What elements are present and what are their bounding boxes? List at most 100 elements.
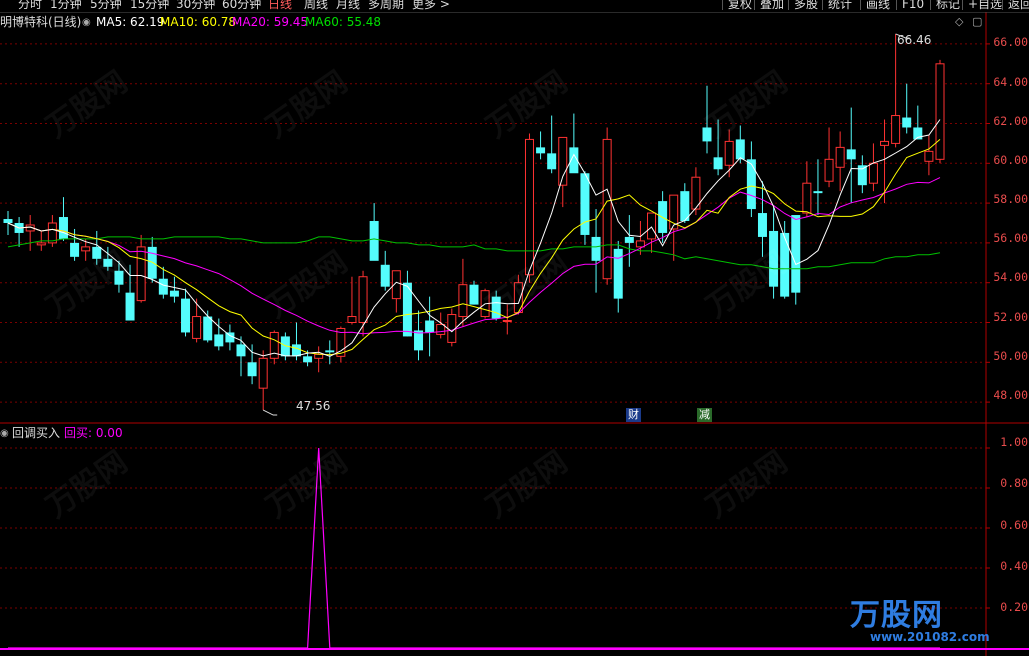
candle-body: [702, 127, 712, 142]
tab-5min[interactable]: 5分钟: [90, 0, 122, 11]
tab-multi-period[interactable]: 多周期: [368, 0, 404, 11]
candle-body: [380, 264, 390, 287]
candle-body: [846, 149, 856, 160]
high-price-label: 66.46: [897, 33, 932, 47]
candle-body: [868, 162, 878, 184]
candle-body: [880, 140, 890, 146]
candle-body: [491, 296, 501, 319]
price-tick: 56.00: [993, 231, 1028, 245]
candle-body: [303, 356, 313, 363]
ma60-legend: MA60: 55.48: [305, 15, 382, 29]
price-tick: 62.00: [993, 114, 1028, 128]
indicator-line: [8, 447, 940, 649]
candle-body: [347, 316, 357, 323]
statistics-button[interactable]: 统计: [822, 0, 857, 11]
price-tick: 54.00: [993, 270, 1028, 284]
low-price-label: 47.56: [296, 399, 331, 413]
candle-body: [458, 284, 468, 318]
brand-logo: 万股网: [850, 598, 943, 633]
candle-body: [780, 232, 790, 297]
tab-daily[interactable]: 日线: [268, 0, 292, 11]
candle-body: [58, 217, 68, 239]
tab-1min[interactable]: 1分钟: [50, 0, 82, 11]
add-watchlist-button[interactable]: +自选: [962, 0, 1007, 11]
mark-button[interactable]: 标记: [930, 0, 965, 11]
overlay-button[interactable]: 叠加: [754, 0, 789, 11]
tab-more[interactable]: 更多 >: [412, 0, 450, 11]
reduce-badge[interactable]: 减: [697, 408, 712, 422]
kline-chart[interactable]: [0, 0, 1029, 656]
candle-body: [580, 173, 590, 235]
candle-body: [469, 284, 479, 305]
candle-body: [647, 212, 657, 240]
tab-weekly[interactable]: 周线: [304, 0, 328, 11]
expand-icon[interactable]: ▢: [972, 15, 982, 28]
finance-badge[interactable]: 财: [626, 408, 641, 422]
candle-body: [247, 362, 257, 377]
candle-body: [791, 215, 801, 293]
indicator-tick: 0.20: [1000, 600, 1028, 614]
candle-body: [369, 221, 379, 261]
candle-body: [181, 298, 191, 333]
candle-body: [924, 150, 934, 162]
indicator-tick: 0.40: [1000, 559, 1028, 573]
candle-body: [192, 316, 202, 339]
candle-body: [36, 242, 46, 246]
price-tick: 60.00: [993, 153, 1028, 167]
candle-body: [835, 146, 845, 168]
candle-body: [214, 334, 224, 347]
candle-body: [136, 246, 146, 302]
candle-body: [269, 331, 279, 359]
candle-body: [314, 353, 324, 359]
candle-body: [769, 230, 779, 287]
candle-body: [258, 357, 268, 389]
fuquan-button[interactable]: 复权: [722, 0, 757, 11]
period-toolbar: 分时 1分钟 5分钟 15分钟 30分钟 60分钟 日线 周线 月线 多周期 更…: [0, 0, 1029, 12]
candle-body: [92, 246, 102, 259]
candle-body: [436, 323, 446, 335]
candle-body: [425, 320, 435, 333]
candle-body: [724, 140, 734, 166]
candle-body: [591, 236, 601, 261]
candle-body: [536, 147, 546, 154]
indicator-value: 回买: 0.00: [64, 426, 123, 440]
stock-title: 明博特科(日线): [0, 15, 82, 29]
candle-body: [203, 316, 213, 341]
tab-15min[interactable]: 15分钟: [130, 0, 169, 11]
candle-body: [169, 290, 179, 297]
ma20-legend: MA20: 59.45: [232, 15, 309, 29]
candle-body: [802, 182, 812, 214]
candle-body: [746, 159, 756, 210]
tab-intraday[interactable]: 分时: [18, 0, 42, 11]
candle-body: [125, 292, 135, 321]
candle-body: [114, 270, 124, 285]
price-tick: 58.00: [993, 192, 1028, 206]
indicator-tick: 1.00: [1000, 435, 1028, 449]
candle-body: [70, 242, 80, 257]
tab-30min[interactable]: 30分钟: [176, 0, 215, 11]
diamond-icon[interactable]: ◇: [955, 15, 963, 28]
candle-body: [236, 344, 246, 357]
indicator-toggle-icon[interactable]: ◉: [0, 426, 9, 442]
f10-button[interactable]: F10: [896, 0, 929, 11]
back-button[interactable]: 返回: [1002, 0, 1029, 11]
candle-body: [502, 320, 512, 323]
candle-body: [81, 246, 91, 252]
price-tick: 66.00: [993, 35, 1028, 49]
candle-body: [824, 158, 834, 182]
candle-body: [547, 153, 557, 170]
multi-stock-button[interactable]: 多股: [788, 0, 823, 11]
draw-line-button[interactable]: 画线: [860, 0, 895, 11]
candle-body: [3, 219, 13, 223]
indicator-tick: 0.60: [1000, 518, 1028, 532]
candle-body: [735, 139, 745, 160]
candle-body: [158, 278, 168, 295]
candle-body: [935, 63, 945, 160]
tab-monthly[interactable]: 月线: [336, 0, 360, 11]
ma10-legend: MA10: 60.78: [160, 15, 237, 29]
candle-body: [813, 191, 823, 194]
candle-body: [635, 240, 645, 248]
legend-toggle-icon[interactable]: ◉: [82, 15, 91, 31]
tab-60min[interactable]: 60分钟: [222, 0, 261, 11]
indicator-name: 回调买入: [12, 426, 61, 440]
